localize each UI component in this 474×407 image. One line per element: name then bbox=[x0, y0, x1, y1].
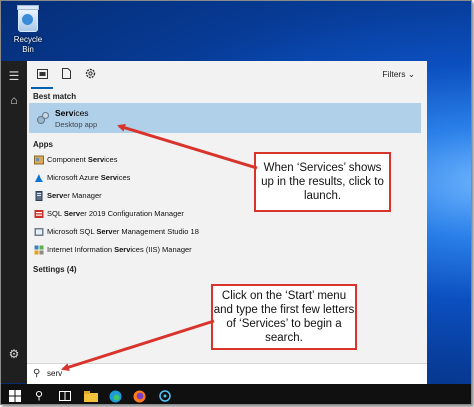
iis-icon bbox=[34, 245, 44, 255]
app-tray-icon[interactable] bbox=[157, 388, 173, 404]
firefox-icon[interactable] bbox=[131, 388, 147, 404]
callout-start: Click on the ‘Start’ menu and type the f… bbox=[211, 284, 357, 350]
section-settings: Settings (4) bbox=[33, 265, 77, 274]
search-icon: ⚲ bbox=[33, 368, 41, 379]
services-gear-icon bbox=[37, 112, 49, 124]
gear-icon bbox=[85, 68, 95, 79]
start-rail: ☰ ⌂ ⚙ bbox=[1, 61, 27, 383]
recycle-bin[interactable]: Recycle Bin bbox=[7, 5, 49, 55]
app-label: Internet Information Services (IIS) Mana… bbox=[47, 245, 192, 254]
screenshot-frame: Recycle Bin ☰ ⌂ ⚙ Filters ⌄ Best match S… bbox=[0, 0, 472, 405]
filters-label: Filters bbox=[382, 69, 406, 79]
app-label: Component Services bbox=[47, 155, 118, 164]
taskbar-search-icon[interactable]: ⚲ bbox=[31, 388, 47, 404]
recycle-bin-icon bbox=[17, 5, 39, 32]
best-match-title: Services bbox=[55, 108, 89, 118]
best-match-services[interactable]: Services Desktop app bbox=[29, 103, 421, 133]
search-topbar: Filters ⌄ bbox=[27, 61, 427, 89]
settings-gear-icon[interactable]: ⚙ bbox=[1, 343, 27, 365]
filters-button[interactable]: Filters ⌄ bbox=[382, 69, 415, 80]
tab-all[interactable] bbox=[31, 61, 53, 89]
section-apps: Apps bbox=[33, 140, 53, 149]
azure-icon bbox=[35, 174, 43, 182]
home-icon[interactable]: ⌂ bbox=[1, 89, 27, 111]
taskbar: ⚲ bbox=[1, 384, 471, 404]
tab-documents[interactable] bbox=[55, 61, 77, 87]
best-match-subtitle: Desktop app bbox=[55, 120, 98, 129]
tab-settings[interactable] bbox=[79, 61, 101, 87]
all-results-icon bbox=[36, 69, 48, 79]
task-view-icon[interactable] bbox=[57, 388, 73, 404]
app-iis-manager[interactable]: Internet Information Services (IIS) Mana… bbox=[29, 241, 421, 259]
app-label: Server Manager bbox=[47, 191, 102, 200]
app-label: Microsoft SQL Server Management Studio 1… bbox=[47, 227, 199, 236]
edge-icon[interactable] bbox=[107, 388, 123, 404]
component-services-icon bbox=[34, 155, 44, 165]
ssms-icon bbox=[34, 228, 44, 236]
app-ssms[interactable]: Microsoft SQL Server Management Studio 1… bbox=[29, 223, 421, 241]
app-label: SQL Server 2019 Configuration Manager bbox=[47, 209, 184, 218]
document-icon bbox=[61, 68, 71, 79]
app-label: Microsoft Azure Services bbox=[47, 173, 131, 182]
server-manager-icon bbox=[35, 191, 43, 201]
chevron-down-icon: ⌄ bbox=[407, 69, 415, 79]
section-best-match: Best match bbox=[33, 92, 77, 101]
search-input-value: serv bbox=[47, 369, 63, 378]
recycle-bin-label: Recycle Bin bbox=[13, 35, 43, 54]
sql-config-icon bbox=[34, 210, 44, 218]
callout-services: When ‘Services’ shows up in the results,… bbox=[254, 152, 391, 212]
windows-start-icon[interactable] bbox=[7, 388, 23, 404]
file-explorer-icon[interactable] bbox=[83, 388, 99, 404]
hamburger-menu-icon[interactable]: ☰ bbox=[1, 65, 27, 87]
start-search-box[interactable]: ⚲ serv bbox=[27, 363, 427, 386]
